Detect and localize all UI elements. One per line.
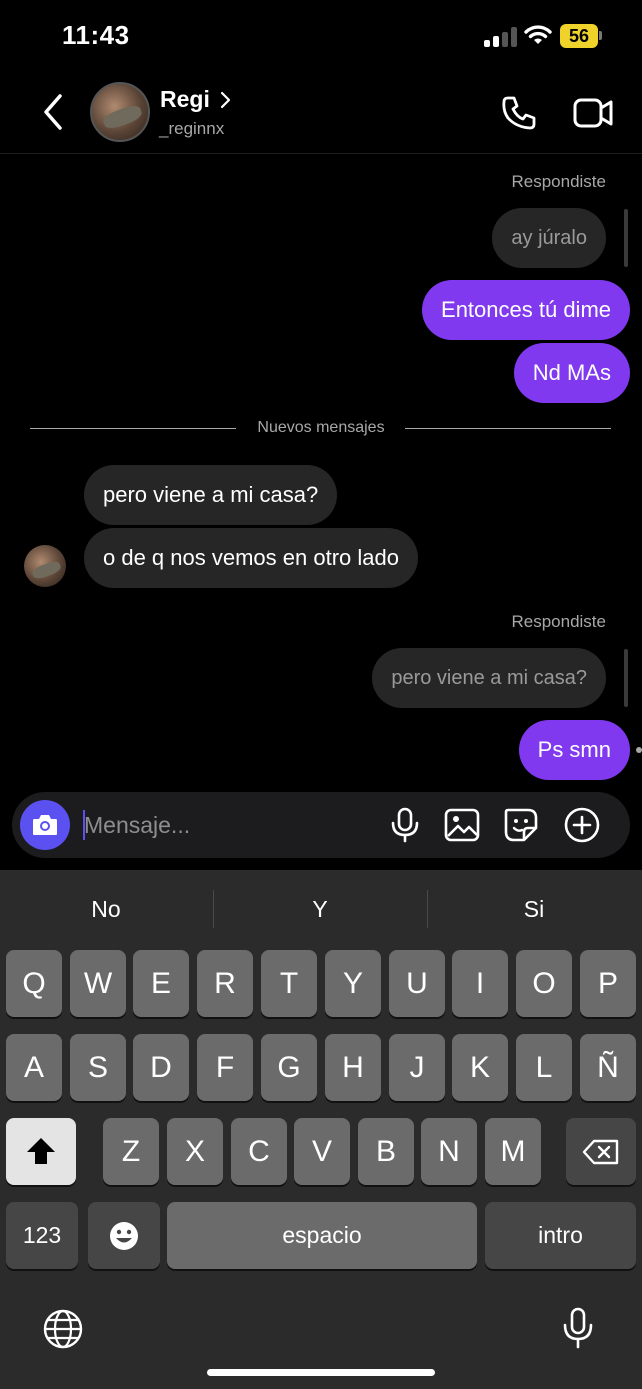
key-z[interactable]: Z: [103, 1118, 159, 1185]
back-button[interactable]: [36, 92, 72, 132]
contact-username[interactable]: _reginnx: [159, 119, 224, 139]
divider-line-right: [405, 428, 611, 429]
delete-key[interactable]: [566, 1118, 636, 1185]
microphone-button[interactable]: [386, 806, 424, 844]
dictation-mic-icon[interactable]: [560, 1306, 596, 1350]
return-key[interactable]: intro: [485, 1202, 636, 1269]
phone-call-button[interactable]: [500, 94, 538, 132]
key-o[interactable]: O: [516, 950, 572, 1017]
reply-indicator-bar: [624, 209, 628, 267]
key-u[interactable]: U: [389, 950, 445, 1017]
status-bar: 11:43 56: [0, 0, 642, 72]
new-messages-label: Nuevos mensajes: [257, 419, 385, 436]
key-k[interactable]: K: [452, 1034, 508, 1101]
contact-avatar[interactable]: [90, 82, 150, 142]
globe-icon[interactable]: [42, 1308, 84, 1350]
sticker-button[interactable]: [502, 806, 540, 844]
emoji-icon: [110, 1222, 138, 1250]
key-f[interactable]: F: [197, 1034, 253, 1101]
key-j[interactable]: J: [389, 1034, 445, 1101]
reply-label: Respondiste: [511, 612, 606, 631]
add-button[interactable]: [563, 806, 601, 844]
emoji-key[interactable]: [88, 1202, 160, 1269]
key-s[interactable]: S: [70, 1034, 126, 1101]
home-indicator[interactable]: [207, 1369, 435, 1376]
key-e[interactable]: E: [133, 950, 189, 1017]
key-h[interactable]: H: [325, 1034, 381, 1101]
key-w[interactable]: W: [70, 950, 126, 1017]
reply-quote-bubble[interactable]: ay júralo: [492, 208, 606, 268]
message-composer: [12, 792, 630, 858]
wifi-icon: [524, 25, 552, 44]
key-v[interactable]: V: [294, 1118, 350, 1185]
key-y[interactable]: Y: [325, 950, 381, 1017]
received-message[interactable]: pero viene a mi casa?: [84, 465, 338, 525]
key-p[interactable]: P: [580, 950, 636, 1017]
suggestion-1[interactable]: No: [0, 890, 212, 928]
sent-message[interactable]: Ps smn: [518, 720, 630, 780]
shift-arrow-icon: [27, 1138, 55, 1164]
key-a[interactable]: A: [6, 1034, 62, 1101]
camera-icon: [33, 815, 57, 835]
key-g[interactable]: G: [261, 1034, 317, 1101]
gallery-button[interactable]: [443, 806, 481, 844]
key-l[interactable]: L: [516, 1034, 572, 1101]
key-i[interactable]: I: [452, 950, 508, 1017]
key-r[interactable]: R: [197, 950, 253, 1017]
key-q[interactable]: Q: [6, 950, 62, 1017]
key-d[interactable]: D: [133, 1034, 189, 1101]
sent-message[interactable]: Nd MAs: [513, 343, 630, 403]
video-call-button[interactable]: [572, 96, 614, 130]
message-thread[interactable]: Respondiste ay júralo Entonces tú dime N…: [0, 155, 642, 785]
received-message[interactable]: o de q nos vemos en otro lado: [84, 528, 418, 588]
key-b[interactable]: B: [358, 1118, 414, 1185]
battery-indicator: 56: [560, 24, 598, 48]
space-key[interactable]: espacio: [167, 1202, 477, 1269]
sent-message[interactable]: Entonces tú dime: [422, 280, 630, 340]
camera-button[interactable]: [20, 800, 70, 850]
reply-indicator-bar: [624, 649, 628, 707]
reply-label: Respondiste: [511, 172, 606, 191]
key-m[interactable]: M: [485, 1118, 541, 1185]
contact-name[interactable]: Regi: [160, 86, 210, 113]
suggestion-2[interactable]: Y: [214, 890, 426, 928]
keyboard: No Y Si Q W E R T Y U I O P A S D F G H …: [0, 870, 642, 1389]
battery-tip: [599, 31, 602, 40]
key-n[interactable]: N: [421, 1118, 477, 1185]
backspace-icon: [582, 1139, 619, 1165]
chevron-right-icon[interactable]: [218, 90, 232, 110]
seen-indicator: [636, 747, 642, 753]
chat-header: Regi _reginnx: [0, 76, 642, 154]
key-x[interactable]: X: [167, 1118, 223, 1185]
cellular-signal-icon: [484, 27, 518, 47]
numbers-key[interactable]: 123: [6, 1202, 78, 1269]
shift-key[interactable]: [6, 1118, 76, 1185]
key-c[interactable]: C: [231, 1118, 287, 1185]
status-time: 11:43: [62, 20, 130, 50]
reply-quote-bubble[interactable]: pero viene a mi casa?: [372, 648, 606, 708]
sender-avatar[interactable]: [24, 545, 66, 587]
key-t[interactable]: T: [261, 950, 317, 1017]
message-input[interactable]: [84, 806, 374, 844]
suggestion-3[interactable]: Si: [428, 890, 640, 928]
key-enye[interactable]: Ñ: [580, 1034, 636, 1101]
